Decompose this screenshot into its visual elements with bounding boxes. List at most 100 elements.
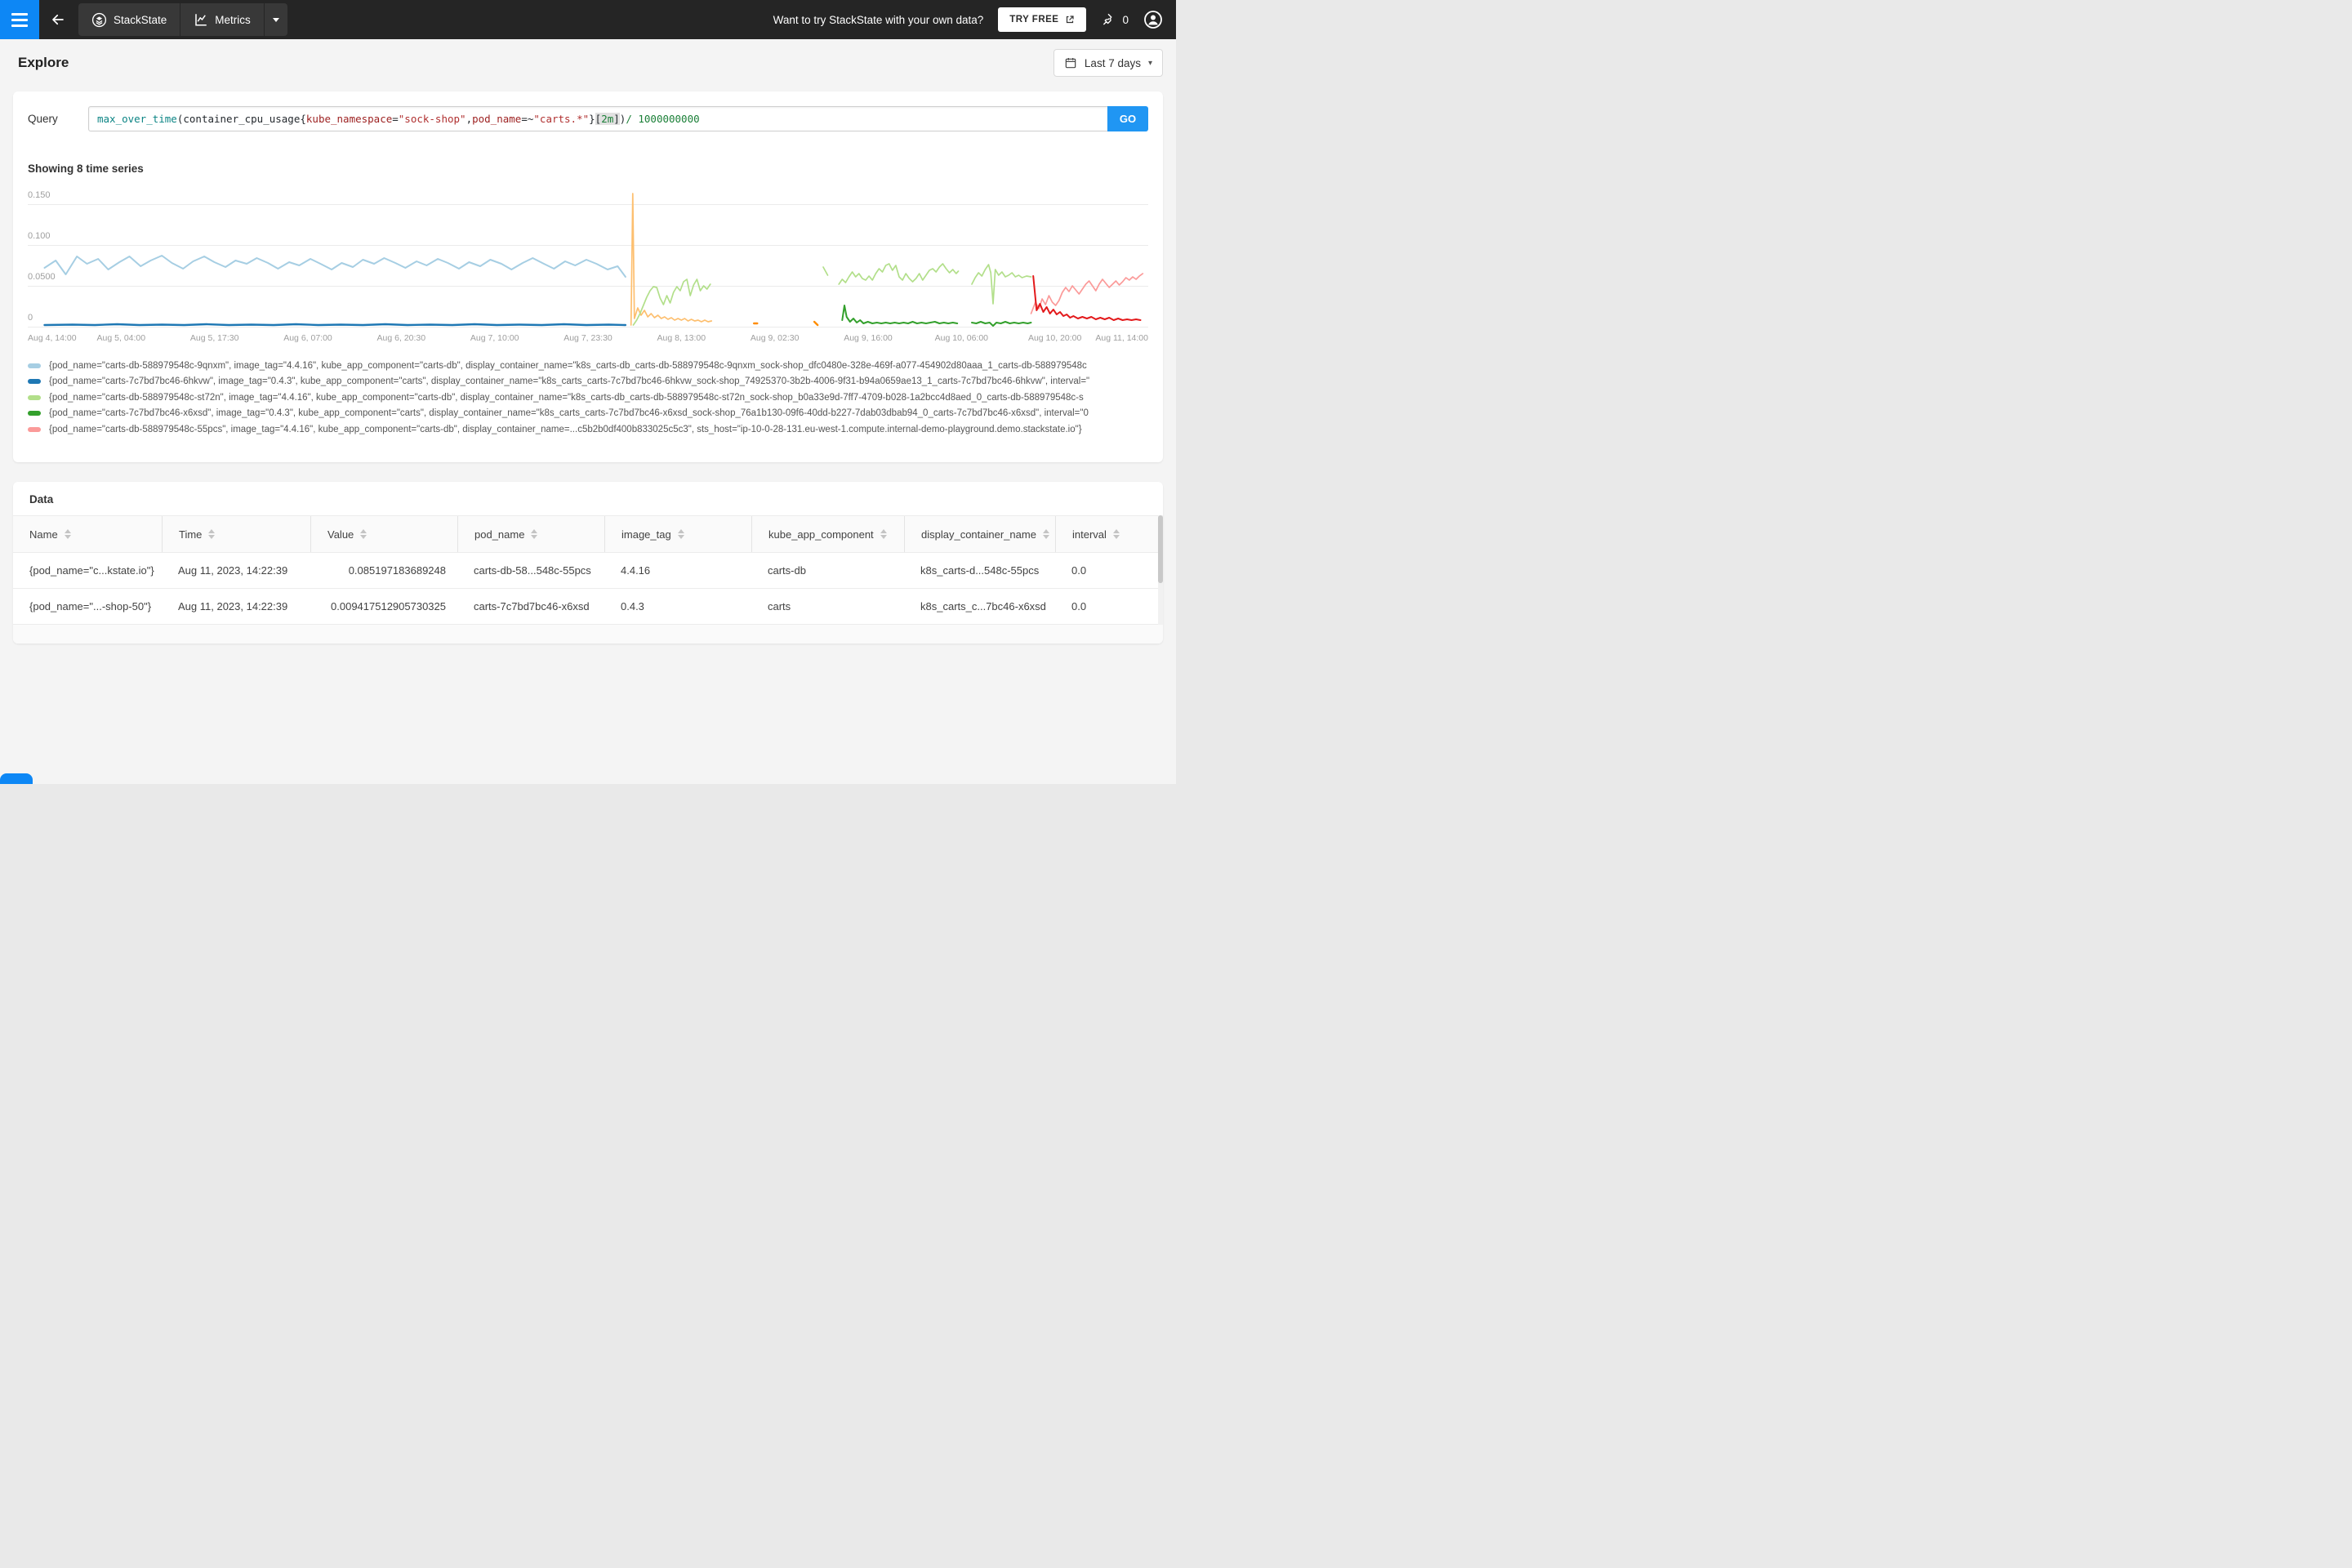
column-header-pod_name[interactable]: pod_name — [457, 516, 604, 552]
column-header-Name[interactable]: Name — [13, 516, 162, 552]
pinned-items-button[interactable]: 0 — [1101, 12, 1129, 27]
series-line-carts-db-588979548c-9qnxm — [43, 255, 626, 278]
x-tick: Aug 9, 02:30 — [750, 333, 800, 343]
query-token: pod_name — [472, 113, 522, 125]
sort-icon — [880, 529, 887, 539]
page-header: Explore Last 7 days ▾ — [18, 49, 1163, 77]
tab-options-dropdown[interactable] — [264, 3, 287, 36]
chart-area: 0.150 0.100 0.0500 0 Aug 4, 14:00 Aug 5, … — [28, 188, 1148, 346]
column-header-label: Time — [179, 528, 203, 541]
column-header-kube_app_component[interactable]: kube_app_component — [751, 516, 904, 552]
promo-text: Want to try StackState with your own dat… — [773, 13, 984, 26]
legend-swatch — [28, 426, 41, 432]
sort-icon — [531, 529, 538, 539]
legend-item[interactable]: {pod_name="carts-db-588979548c-55pcs", i… — [28, 421, 1148, 438]
scrollbar-thumb[interactable] — [1158, 515, 1163, 584]
table-row[interactable]: {pod_name="c...kstate.io"} Aug 11, 2023, … — [13, 553, 1163, 589]
table-cell-Value: 0.009417512905730325 — [331, 600, 446, 612]
legend-swatch — [28, 379, 41, 385]
column-header-label: image_tag — [621, 528, 671, 541]
query-token: =~ — [521, 113, 534, 125]
query-token: 2m — [601, 113, 614, 125]
try-free-button[interactable]: TRY FREE — [998, 7, 1087, 32]
x-tick: Aug 8, 13:00 — [657, 333, 706, 343]
x-tick: Aug 4, 14:00 — [28, 333, 77, 343]
go-button[interactable]: GO — [1107, 106, 1148, 131]
back-button[interactable] — [39, 0, 77, 39]
query-token: [ — [595, 113, 602, 125]
table-scrollbar[interactable] — [1158, 515, 1163, 625]
sort-icon — [1112, 529, 1120, 539]
table-row[interactable]: {pod_name="...-shop-50"} Aug 11, 2023, 14… — [13, 589, 1163, 625]
back-arrow-icon — [52, 14, 64, 25]
query-group: max_over_time (container_cpu_usage{kube_n… — [88, 106, 1148, 131]
table-header-row: Name Time Value pod_name image_tag kube_app_c… — [13, 515, 1163, 553]
column-header-label: Value — [327, 528, 354, 541]
series-line-carts-db-588979548c-st72n — [838, 263, 960, 285]
legend-label: {pod_name="carts-db-588979548c-55pcs", i… — [49, 424, 1082, 434]
stackstate-logo-icon — [91, 12, 107, 27]
metrics-tab-label: Metrics — [215, 13, 251, 26]
legend-swatch — [28, 363, 41, 368]
user-avatar[interactable] — [1143, 10, 1163, 29]
column-header-display_container_name[interactable]: display_container_name — [904, 516, 1055, 552]
data-section-title: Data — [29, 493, 54, 506]
legend-swatch — [28, 411, 41, 416]
hamburger-menu-button[interactable] — [0, 0, 39, 39]
query-token: ] — [613, 113, 620, 125]
column-header-interval[interactable]: interval — [1055, 516, 1163, 552]
table-cell-Value: 0.085197183689248 — [348, 564, 446, 577]
sort-icon — [64, 529, 71, 539]
query-token: ) — [619, 113, 626, 125]
pin-icon — [1103, 13, 1112, 25]
column-header-Value[interactable]: Value — [310, 516, 457, 552]
table-cell-interval: 0.0 — [1071, 564, 1087, 577]
calendar-icon — [1065, 58, 1076, 69]
query-label: Query — [28, 113, 58, 125]
column-header-image_tag[interactable]: image_tag — [604, 516, 751, 552]
column-header-label: pod_name — [474, 528, 525, 541]
data-card: Data Name Time Value pod_name image_tag kube_… — [13, 482, 1163, 644]
table-cell-image_tag: 4.4.16 — [621, 564, 651, 577]
sort-icon — [1042, 529, 1049, 539]
query-token: = — [392, 113, 399, 125]
sort-icon — [677, 529, 684, 539]
query-token: } — [589, 113, 595, 125]
table-cell-image_tag: 0.4.3 — [621, 600, 644, 612]
tab-stackstate[interactable]: StackState — [78, 3, 181, 36]
column-header-Time[interactable]: Time — [162, 516, 310, 552]
table-cell-pod_name: carts-db-58...548c-55pcs — [474, 564, 591, 577]
chat-widget[interactable] — [0, 773, 33, 784]
table-cell-kube_app_component: carts-db — [768, 564, 806, 577]
legend-swatch — [28, 394, 41, 400]
brand-label: StackState — [114, 13, 167, 26]
legend-item[interactable]: {pod_name="carts-7c7bd7bc46-6hkvw", imag… — [28, 374, 1148, 390]
series-line-carts-7c7bd7bc46-6hkvw — [43, 323, 627, 327]
series-line-carts-db-588979548c-st72n — [822, 266, 829, 276]
column-header-label: kube_app_component — [768, 528, 874, 541]
legend-item[interactable]: {pod_name="carts-db-588979548c-9qnxm", i… — [28, 358, 1148, 374]
table-cell-display_container_name: k8s_carts-d...548c-55pcs — [920, 564, 1040, 577]
x-tick: Aug 6, 07:00 — [283, 333, 332, 343]
page-title: Explore — [18, 55, 69, 70]
time-range-selector[interactable]: Last 7 days ▾ — [1053, 49, 1163, 77]
x-tick: Aug 6, 20:30 — [376, 333, 426, 343]
table-footer-strip — [13, 625, 1163, 644]
query-input[interactable]: max_over_time (container_cpu_usage{kube_n… — [88, 106, 1107, 131]
column-header-label: Name — [29, 528, 58, 541]
legend-item[interactable]: {pod_name="carts-db-588979548c-st72n", i… — [28, 390, 1148, 406]
query-token: / 1000000000 — [626, 113, 700, 125]
external-link-icon — [1067, 16, 1075, 24]
legend-label: {pod_name="carts-7c7bd7bc46-x6xsd", imag… — [49, 408, 1089, 419]
legend-item[interactable]: {pod_name="carts-7c7bd7bc46-x6xsd", imag… — [28, 406, 1148, 422]
data-table: Name Time Value pod_name image_tag kube_app_c… — [13, 515, 1163, 644]
table-body: {pod_name="c...kstate.io"} Aug 11, 2023, … — [13, 553, 1163, 625]
series-line-carts-7c7bd7bc46-x6xsd — [841, 305, 959, 324]
x-axis: Aug 4, 14:00 Aug 5, 04:00 Aug 5, 17:30 Aug … — [28, 333, 1148, 345]
sort-icon — [360, 529, 368, 539]
series-line-carts-7c7bd7bc46-x6xsd — [971, 321, 1032, 327]
query-token: "sock-shop" — [398, 113, 466, 125]
sort-icon — [208, 529, 216, 539]
table-cell-pod_name: carts-7c7bd7bc46-x6xsd — [474, 600, 590, 612]
tab-metrics[interactable]: Metrics — [180, 3, 265, 36]
